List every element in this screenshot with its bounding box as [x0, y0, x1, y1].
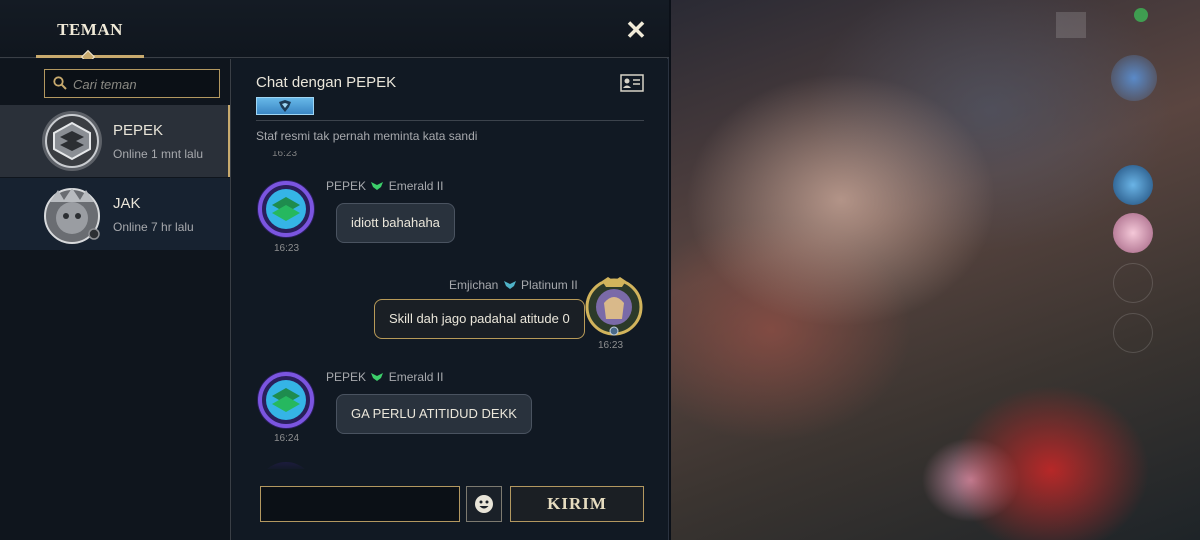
scroll-fade	[232, 451, 668, 469]
close-button[interactable]: ✕	[623, 17, 649, 43]
message-time: 16:23	[274, 243, 300, 254]
platinum-rank-icon	[503, 281, 516, 289]
tab-teman[interactable]: TEMAN	[36, 0, 144, 65]
friends-panel: TEMAN ✕ PEPEK Online 1 mnt lalu	[0, 0, 669, 540]
sender-name: PEPEK	[326, 179, 367, 193]
divider	[256, 120, 644, 121]
hud-button	[1113, 165, 1153, 205]
rank-emblem-icon	[279, 100, 291, 112]
friend-item-pepek[interactable]: PEPEK Online 1 mnt lalu	[0, 105, 230, 177]
sender-name: PEPEK	[326, 370, 367, 384]
sender-name: Emjichan	[449, 278, 499, 292]
friend-name: JAK	[113, 195, 141, 212]
close-icon: ✕	[625, 15, 647, 45]
emerald-rank-icon	[371, 373, 384, 381]
message-bubble: idiott bahahaha	[336, 203, 455, 243]
message-time: 16:23	[272, 151, 298, 159]
emoji-icon	[475, 495, 493, 513]
message-list[interactable]: 16:23 PEPEK Emerald II idiott bahahaha 1…	[232, 151, 668, 469]
avatar	[257, 371, 315, 429]
friend-avatar	[44, 188, 100, 244]
message-input[interactable]	[260, 486, 460, 522]
rank-banner	[256, 97, 314, 115]
friend-status: Online 7 hr lalu	[113, 220, 194, 234]
message-sender: Emjichan Platinum II	[449, 278, 578, 292]
friend-item-jak[interactable]: JAK Online 7 hr lalu	[0, 178, 230, 250]
search-box[interactable]	[44, 69, 220, 98]
hud-indicator	[1134, 8, 1148, 22]
message-sender: PEPEK Emerald II	[326, 370, 443, 384]
game-background	[671, 0, 1200, 540]
friend-list: PEPEK Online 1 mnt lalu JAK Online 7 hr …	[0, 59, 231, 540]
profile-card-icon[interactable]	[620, 74, 644, 92]
hud-avatar	[1111, 55, 1157, 101]
sender-rank: Emerald II	[388, 179, 444, 193]
hud-button	[1113, 213, 1153, 253]
avatar	[585, 277, 643, 336]
chat-title: Chat dengan PEPEK	[256, 74, 397, 91]
friend-avatar	[42, 111, 102, 171]
tab-teman-label: TEMAN	[57, 20, 123, 39]
panel-header: TEMAN ✕	[0, 0, 669, 65]
sender-rank: Platinum II	[521, 278, 578, 292]
message-sender: PEPEK Emerald II	[326, 179, 443, 193]
chat-area: Chat dengan PEPEK Staf resmi tak pernah …	[232, 59, 668, 540]
message-bubble: Skill dah jago padahal atitude 0	[374, 299, 585, 339]
message-time: 16:24	[274, 433, 300, 444]
friend-status: Online 1 mnt lalu	[113, 147, 204, 161]
message-time: 16:23	[598, 340, 624, 351]
hud-icon	[1056, 12, 1086, 38]
sender-rank: Emerald II	[388, 370, 444, 384]
emoji-button[interactable]	[466, 486, 502, 522]
emerald-rank-icon	[371, 182, 384, 190]
search-icon	[53, 76, 67, 90]
message-bubble: GA PERLU ATITIDUD DEKK	[336, 394, 532, 434]
friend-name: PEPEK	[113, 122, 164, 139]
avatar	[257, 180, 315, 238]
send-button[interactable]: KIRIM	[510, 486, 644, 522]
security-notice: Staf resmi tak pernah meminta kata sandi	[256, 129, 478, 143]
hud-button	[1113, 313, 1153, 353]
hud-button	[1113, 263, 1153, 303]
search-input[interactable]	[73, 73, 213, 95]
